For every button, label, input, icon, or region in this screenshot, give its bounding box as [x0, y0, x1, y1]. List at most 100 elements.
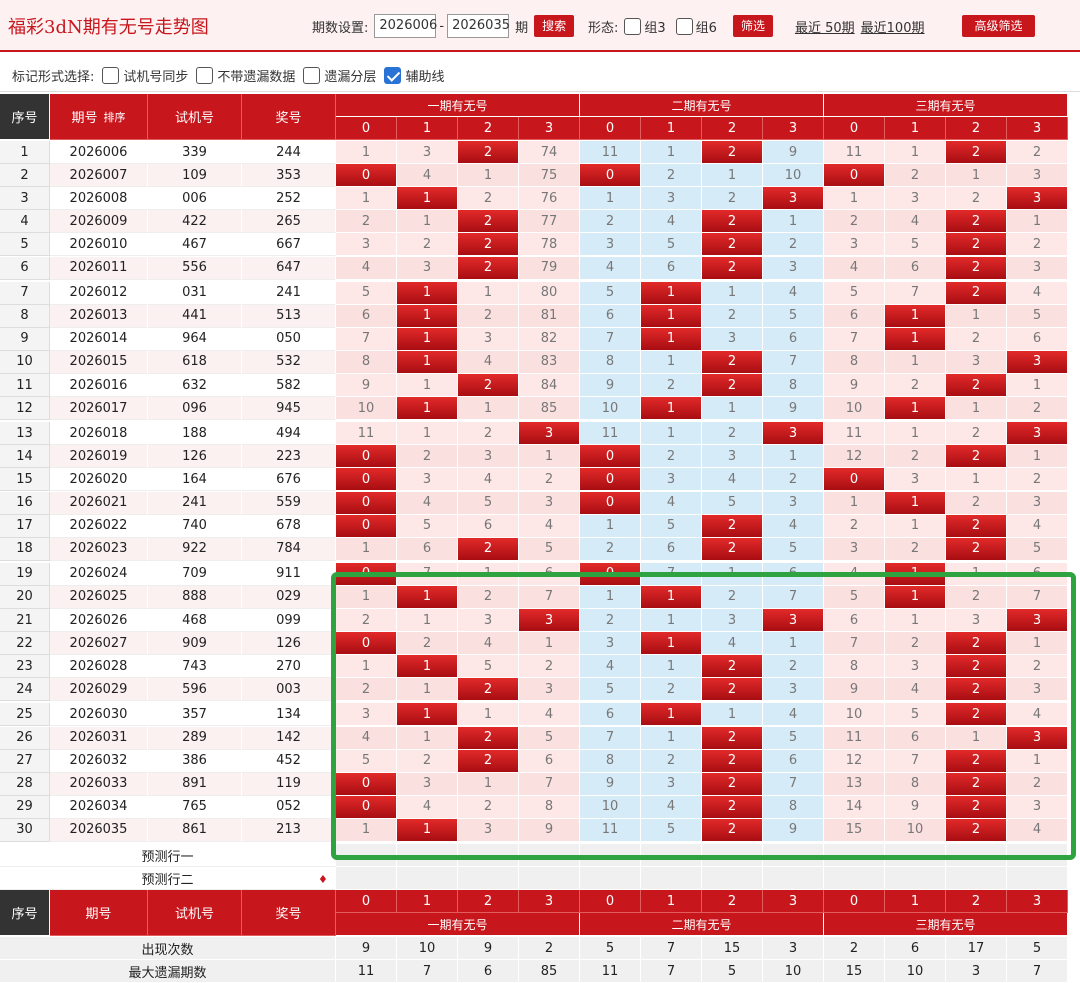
forecast-cell[interactable]	[641, 867, 702, 891]
forecast-cell[interactable]	[885, 844, 946, 868]
forecast-cell[interactable]	[336, 844, 397, 868]
no-omission-checkbox[interactable]	[196, 67, 214, 84]
forecast-cell[interactable]	[946, 844, 1007, 868]
sync-test-checkbox[interactable]	[102, 67, 120, 84]
omission-cell: 15	[824, 818, 885, 842]
omission-cell: 3	[1007, 795, 1068, 819]
sort-icon[interactable]: 排序	[104, 109, 126, 125]
expand-arrow-icon[interactable]: ♦	[318, 873, 328, 886]
mark-options-bar: 标记形式选择: 试机号同步 不带遗漏数据 遗漏分层 辅助线	[0, 60, 1080, 92]
forecast-cell[interactable]	[824, 844, 885, 868]
forecast-cell[interactable]	[458, 844, 519, 868]
forecast-cell[interactable]	[1007, 844, 1068, 868]
hit-cell: 1	[641, 281, 702, 305]
header-digit: 0	[580, 117, 641, 140]
omission-cell: 2	[336, 609, 397, 633]
omission-cell: 3	[519, 491, 580, 515]
omission-cell: 1	[397, 609, 458, 633]
omission-cell: 4	[702, 468, 763, 492]
last-100-link[interactable]: 最近100期	[861, 17, 925, 36]
hit-cell: 0	[336, 491, 397, 515]
omission-cell: 1	[519, 445, 580, 469]
omission-cell: 3	[580, 632, 641, 656]
omission-cell: 4	[702, 632, 763, 656]
forecast-cell[interactable]	[702, 867, 763, 891]
advanced-filter-button[interactable]: 高级筛选	[962, 15, 1035, 37]
omission-cell: 1	[885, 350, 946, 374]
row-period: 2026020	[50, 468, 148, 492]
footer-digit: 2	[946, 890, 1007, 914]
omission-cell: 13	[824, 772, 885, 796]
omission-cell: 10	[824, 703, 885, 727]
omission-cell: 2	[1007, 655, 1068, 679]
period-to-input[interactable]: 2026035	[447, 14, 510, 38]
omission-cell: 3	[946, 609, 1007, 633]
filter-button[interactable]: 筛选	[732, 15, 773, 37]
header-period[interactable]: 期号 排序	[50, 94, 148, 140]
row-seq: 30	[0, 818, 50, 842]
hit-cell: 3	[763, 187, 824, 211]
forecast-cell[interactable]	[580, 867, 641, 891]
row-period: 2026025	[50, 585, 148, 609]
forecast-cell[interactable]	[519, 844, 580, 868]
last-50-link[interactable]: 最近 50期	[795, 17, 855, 36]
row-test-number: 164	[148, 468, 242, 492]
forecast-cell[interactable]	[519, 867, 580, 891]
forecast-cell[interactable]	[397, 844, 458, 868]
forecast-cell[interactable]	[763, 844, 824, 868]
omission-cell: 1	[397, 374, 458, 398]
omission-layer-checkbox[interactable]	[303, 67, 321, 84]
forecast-cell[interactable]	[763, 867, 824, 891]
forecast-cell[interactable]	[885, 867, 946, 891]
forecast-cell[interactable]	[824, 867, 885, 891]
search-button[interactable]: 搜索	[534, 15, 575, 37]
omission-cell: 5	[763, 537, 824, 561]
omission-cell: 4	[458, 632, 519, 656]
hit-cell: 1	[641, 327, 702, 351]
hit-cell: 2	[458, 678, 519, 702]
hit-cell: 3	[763, 609, 824, 633]
omission-cell: 8	[885, 772, 946, 796]
hit-cell: 2	[946, 749, 1007, 773]
row-period: 2026028	[50, 655, 148, 679]
hit-cell: 2	[702, 795, 763, 819]
aux-line-checkbox[interactable]	[384, 67, 402, 84]
period-from-input[interactable]: 2026006	[374, 14, 437, 38]
row-period: 2026032	[50, 749, 148, 773]
omission-cell: 83	[519, 350, 580, 374]
omission-cell: 1	[824, 187, 885, 211]
row-prize-number: 270	[242, 655, 336, 679]
forecast-cell[interactable]	[1007, 867, 1068, 891]
forecast-cell[interactable]	[397, 867, 458, 891]
forecast-cell[interactable]	[580, 844, 641, 868]
omission-cell: 2	[458, 304, 519, 328]
forecast-cell[interactable]	[336, 867, 397, 891]
row-prize-number: 911	[242, 562, 336, 586]
forecast-cell[interactable]	[702, 844, 763, 868]
hit-cell: 0	[336, 772, 397, 796]
row-seq: 28	[0, 772, 50, 796]
row-test-number: 109	[148, 164, 242, 188]
omission-cell: 2	[641, 374, 702, 398]
omission-cell: 2	[824, 514, 885, 538]
header-test: 试机号	[148, 94, 242, 140]
row-period: 2026013	[50, 304, 148, 328]
omission-cell: 3	[824, 537, 885, 561]
row-period: 2026034	[50, 795, 148, 819]
group3-checkbox[interactable]	[624, 17, 642, 35]
forecast-cell[interactable]	[946, 867, 1007, 891]
forecast-cell[interactable]	[458, 867, 519, 891]
group6-checkbox[interactable]	[675, 17, 693, 35]
omission-cell: 3	[458, 818, 519, 842]
hit-cell: 2	[946, 141, 1007, 165]
omission-cell: 2	[946, 585, 1007, 609]
omission-cell: 5	[763, 726, 824, 750]
row-seq: 2	[0, 164, 50, 188]
omission-cell: 2	[702, 422, 763, 446]
row-test-number: 289	[148, 726, 242, 750]
row-test-number: 096	[148, 397, 242, 421]
hit-cell: 2	[702, 749, 763, 773]
omission-cell: 9	[763, 397, 824, 421]
forecast-cell[interactable]	[641, 844, 702, 868]
omission-cell: 1	[458, 703, 519, 727]
